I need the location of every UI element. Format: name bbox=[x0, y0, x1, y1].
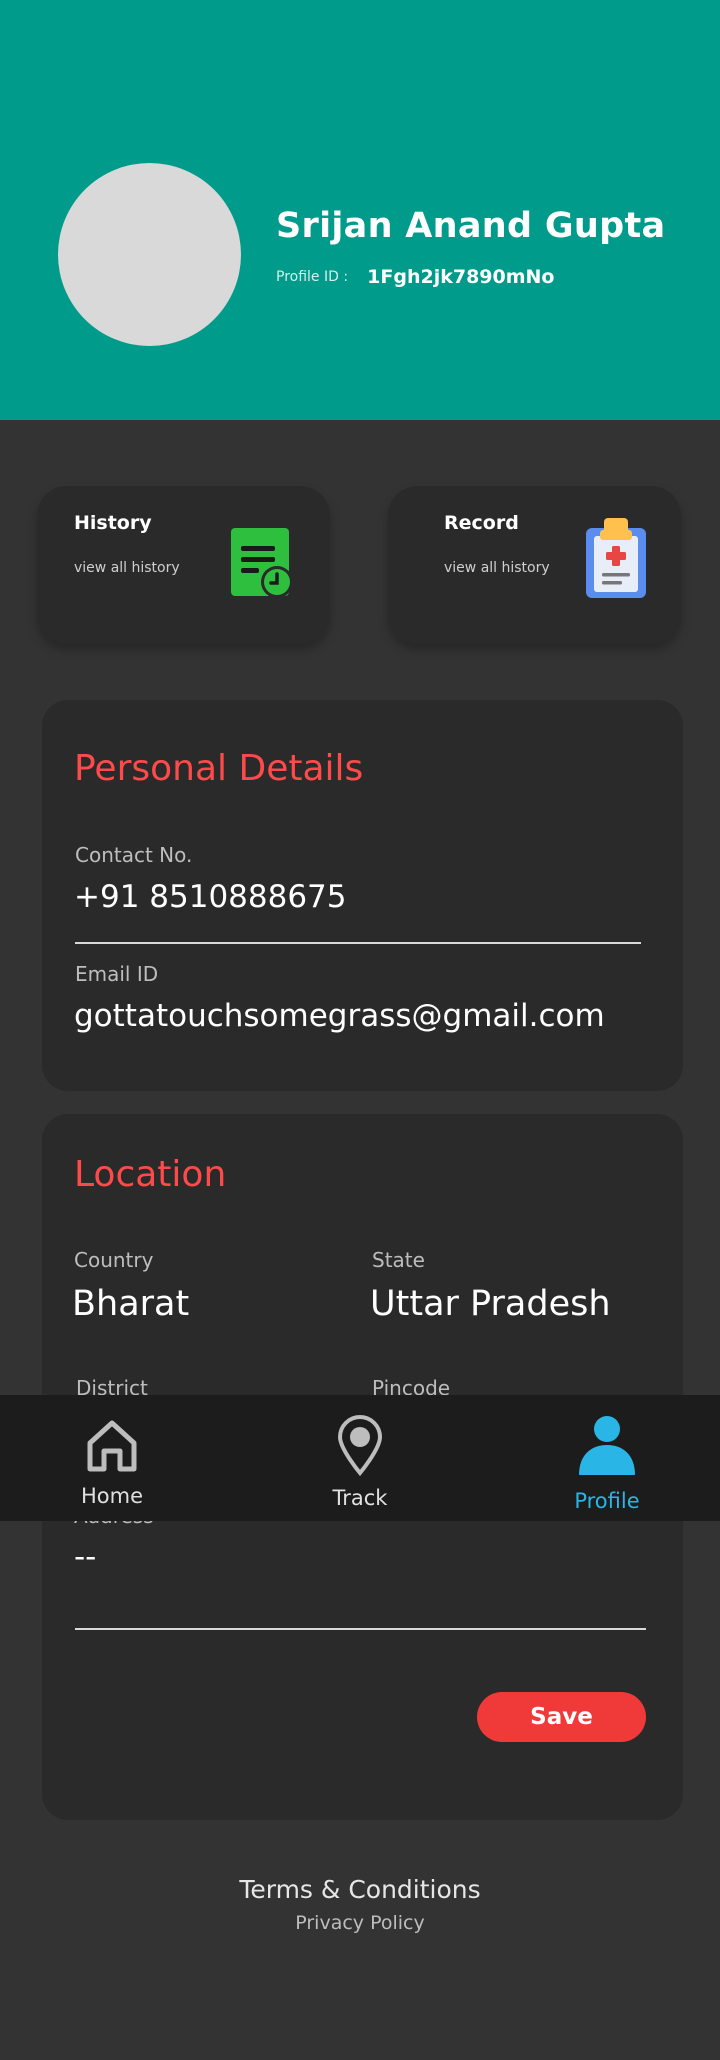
personal-details-title: Personal Details bbox=[74, 748, 364, 789]
state-label: State bbox=[372, 1248, 425, 1272]
nav-item-profile[interactable]: Profile bbox=[547, 1395, 667, 1521]
email-label: Email ID bbox=[75, 962, 159, 986]
contact-divider bbox=[75, 942, 641, 944]
medical-clipboard-icon bbox=[586, 518, 646, 598]
location-title: Location bbox=[74, 1154, 227, 1195]
save-button[interactable]: Save bbox=[477, 1692, 646, 1742]
state-field[interactable]: Uttar Pradesh bbox=[370, 1284, 611, 1324]
nav-item-track[interactable]: Track bbox=[300, 1395, 420, 1521]
address-divider bbox=[75, 1628, 646, 1630]
personal-details-section: Personal Details Contact No. +91 8510888… bbox=[42, 700, 683, 1091]
history-card-title: History bbox=[74, 512, 152, 534]
history-card-subtitle: view all history bbox=[74, 560, 180, 576]
bottom-nav: Home Track Profile bbox=[0, 1395, 720, 1521]
profile-id-value: 1Fgh2jk7890mNo bbox=[367, 266, 555, 288]
profile-id-row: Profile ID : 1Fgh2jk7890mNo bbox=[276, 266, 554, 288]
home-icon bbox=[87, 1420, 137, 1472]
location-pin-icon bbox=[337, 1415, 383, 1477]
history-document-icon bbox=[231, 528, 293, 598]
nav-label-profile: Profile bbox=[574, 1489, 640, 1513]
profile-header: Srijan Anand Gupta Profile ID : 1Fgh2jk7… bbox=[0, 0, 720, 420]
history-card[interactable]: History view all history bbox=[37, 486, 330, 644]
record-card-title: Record bbox=[444, 512, 519, 534]
terms-link[interactable]: Terms & Conditions bbox=[0, 1875, 720, 1904]
contact-label: Contact No. bbox=[75, 843, 193, 867]
nav-item-home[interactable]: Home bbox=[52, 1395, 172, 1521]
country-field[interactable]: Bharat bbox=[72, 1284, 189, 1324]
address-field[interactable]: -- bbox=[74, 1539, 96, 1575]
profile-id-label: Profile ID : bbox=[276, 269, 349, 285]
country-label: Country bbox=[74, 1248, 154, 1272]
avatar[interactable] bbox=[58, 163, 241, 346]
email-field[interactable]: gottatouchsomegrass@gmail.com bbox=[74, 998, 605, 1034]
contact-field[interactable]: +91 8510888675 bbox=[74, 879, 347, 915]
nav-label-track: Track bbox=[332, 1486, 388, 1510]
nav-label-home: Home bbox=[80, 1484, 143, 1508]
record-card-subtitle: view all history bbox=[444, 560, 550, 576]
user-name: Srijan Anand Gupta bbox=[276, 206, 666, 246]
person-icon bbox=[579, 1416, 635, 1475]
record-card[interactable]: Record view all history bbox=[388, 486, 681, 644]
privacy-link[interactable]: Privacy Policy bbox=[0, 1912, 720, 1934]
